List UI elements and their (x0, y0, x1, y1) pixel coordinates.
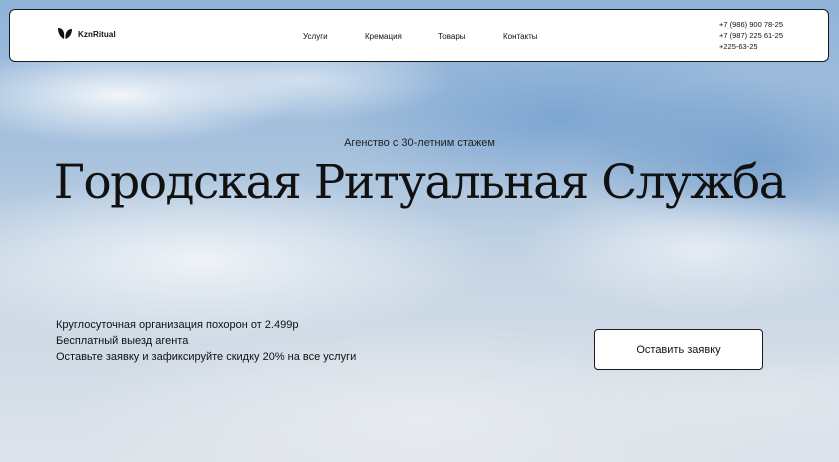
nav-link-products[interactable]: Товары (438, 32, 466, 41)
hero-title: Городская Ритуальная Служба (53, 155, 787, 210)
submit-request-button[interactable]: Оставить заявку (594, 329, 763, 370)
feature-item: Бесплатный выезд агента (56, 335, 189, 347)
leaf-icon (57, 27, 73, 41)
logo-text: KznRitual (78, 29, 116, 39)
feature-list: Круглосуточная организация похорон от 2.… (56, 317, 356, 365)
phone-number[interactable]: +225-63-25 (719, 41, 783, 52)
hero-tagline: Агенство с 30-летним стажем (344, 137, 495, 149)
nav-link-cremation[interactable]: Кремация (365, 32, 402, 41)
nav-link-contacts[interactable]: Контакты (503, 32, 538, 41)
feature-item: Оставьте заявку и зафиксируйте скидку 20… (56, 351, 357, 363)
logo[interactable]: KznRitual (57, 27, 116, 41)
phone-number[interactable]: +7 (986) 900 78-25 (719, 19, 783, 30)
feature-item: Круглосуточная организация похорон от 2.… (56, 319, 299, 331)
hero-section: KznRitual Услуги Кремация Товары Контакт… (0, 0, 839, 462)
nav-link-services[interactable]: Услуги (303, 32, 328, 41)
navbar: KznRitual Услуги Кремация Товары Контакт… (9, 9, 829, 62)
phone-number[interactable]: +7 (987) 225 61-25 (719, 30, 783, 41)
phone-list: +7 (986) 900 78-25 +7 (987) 225 61-25 +2… (719, 19, 783, 52)
